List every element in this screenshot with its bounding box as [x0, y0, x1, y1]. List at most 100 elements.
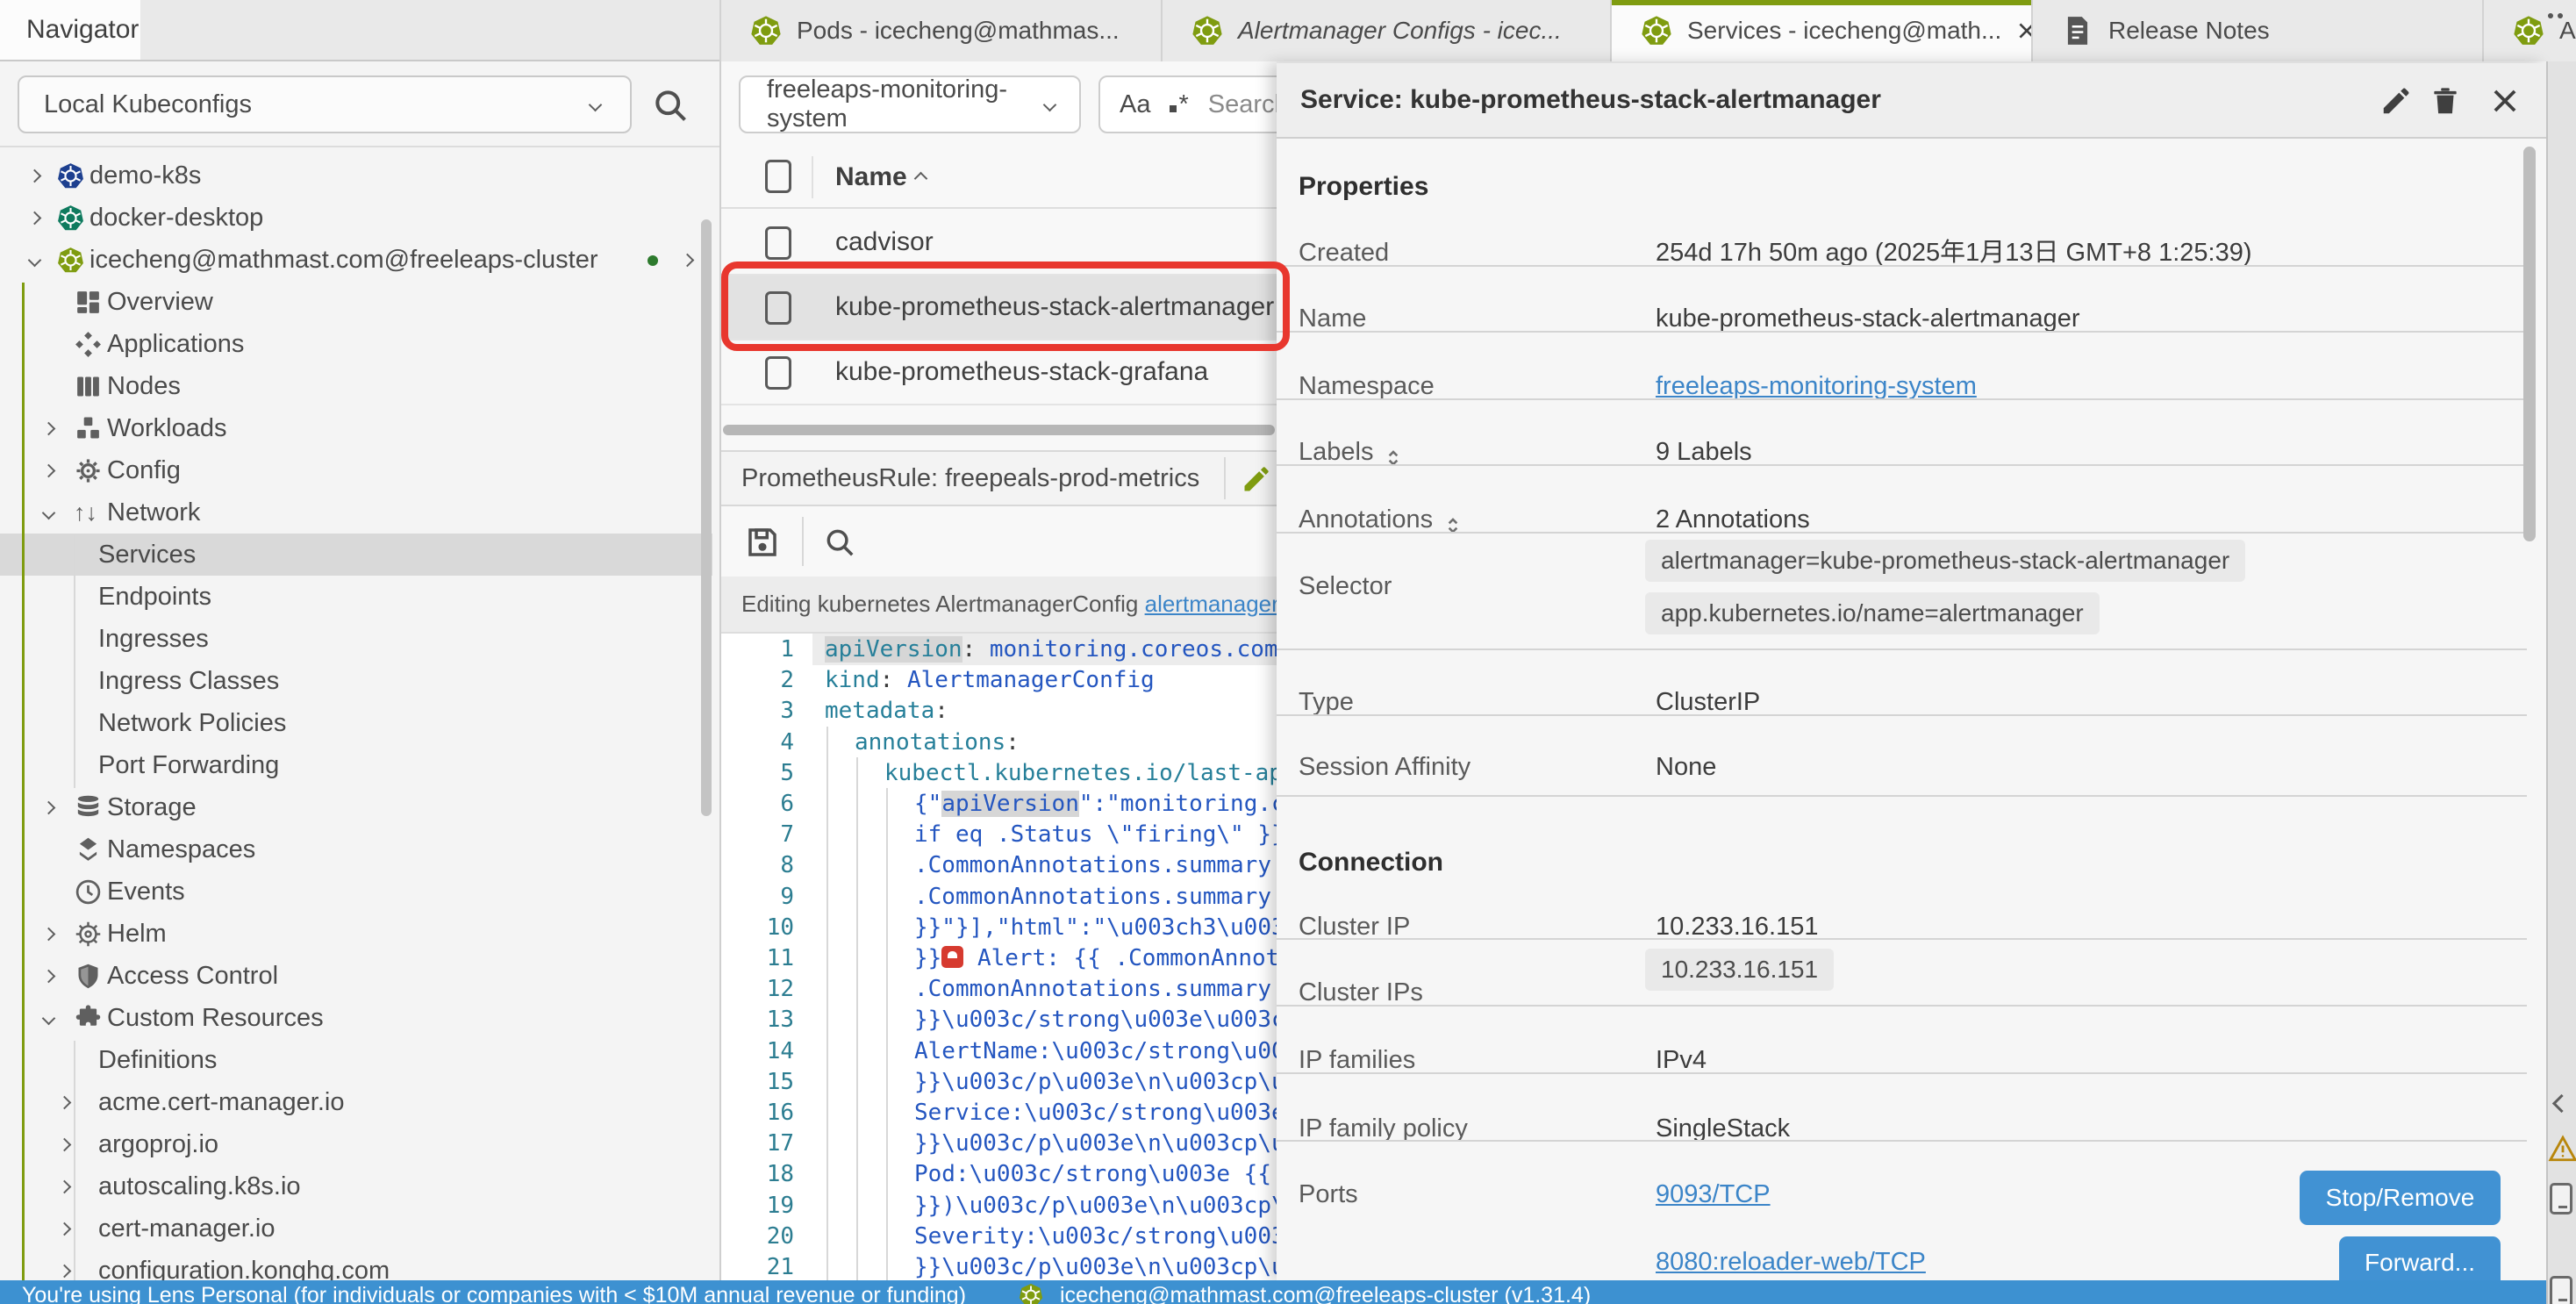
panel-box-icon[interactable] [2550, 1183, 2572, 1214]
sidebar-search-icon[interactable] [651, 86, 690, 125]
drawer-header: Service: kube-prometheus-stack-alertmana… [1277, 63, 2546, 139]
yaml-editor[interactable]: 1apiVersion: monitoring.coreos.com/v12ki… [721, 634, 1277, 1281]
sidebar-item-demo-k8s[interactable]: demo-k8s [0, 154, 712, 197]
kubeconfig-select[interactable]: Local Kubeconfigs [18, 75, 632, 133]
close-icon[interactable] [2488, 84, 2522, 118]
chevron-right-icon[interactable] [42, 422, 56, 436]
sidebar-item-endpoints[interactable]: Endpoints [0, 576, 712, 618]
sidebar-item-port-forwarding[interactable]: Port Forwarding [0, 744, 712, 786]
cubes-icon [74, 414, 103, 443]
sidebar-item-definitions[interactable]: Definitions [0, 1039, 712, 1081]
sidebar-item-storage[interactable]: Storage [0, 786, 712, 828]
divider [1277, 1072, 2527, 1074]
namespace-select[interactable]: freeleaps-monitoring-system [739, 75, 1081, 133]
delete-trash-icon[interactable] [2429, 84, 2462, 118]
sidebar-item-autoscaling-k8s-io[interactable]: autoscaling.k8s.io [0, 1165, 712, 1207]
line-content: }}"}],"html":"\u003ch3\u003e\u [914, 912, 1277, 943]
chevron-right-icon[interactable] [58, 1138, 72, 1152]
column-header-name[interactable]: Name [835, 147, 907, 207]
line-content: kubectl.kubernetes.io/last-appli [884, 757, 1277, 789]
sidebar-item-network-policies[interactable]: Network Policies [0, 702, 712, 744]
port-link-9093-tcp[interactable]: 9093/TCP [1656, 1180, 1771, 1208]
sidebar-item-applications[interactable]: Applications [0, 323, 712, 365]
code-line-6: 6{"apiVersion":"monitoring.core [721, 788, 1277, 820]
sort-toggle-icon[interactable] [1382, 441, 1405, 463]
stop-remove-button[interactable]: Stop/Remove [2300, 1171, 2501, 1225]
sidebar-item-events[interactable]: Events [0, 871, 712, 913]
detail-value: None [1656, 746, 1716, 788]
divider [1277, 1140, 2527, 1142]
chevron-right-icon[interactable] [58, 1265, 72, 1279]
sidebar-item-ingresses[interactable]: Ingresses [0, 618, 712, 660]
sort-asc-icon[interactable] [914, 172, 928, 186]
chevron-right-icon[interactable] [42, 464, 56, 478]
chevron-right-icon[interactable] [42, 801, 56, 815]
chevron-right-icon[interactable] [28, 169, 42, 183]
chevron-right-icon[interactable] [42, 928, 56, 942]
sidebar-item-custom-resources[interactable]: Custom Resources [0, 997, 712, 1039]
chevron-right-icon[interactable] [681, 254, 695, 268]
detail-label-selector: Selector [1299, 565, 1392, 607]
select-all-checkbox[interactable] [765, 160, 791, 193]
sidebar-item-icecheng-mathmast-com-freeleap[interactable]: icecheng@mathmast.com@freeleaps-cluster [0, 239, 712, 281]
edit-pencil-icon[interactable] [1241, 463, 1272, 495]
sidebar-item-helm[interactable]: Helm [0, 913, 712, 955]
sidebar-item-ingress-classes[interactable]: Ingress Classes [0, 660, 712, 702]
sidebar-item-nodes[interactable]: Nodes [0, 365, 712, 407]
tab-services-icecheng-math-[interactable]: Services - icecheng@math... [1610, 0, 2031, 61]
divider [1277, 464, 2527, 466]
forward-button[interactable]: Forward... [2339, 1236, 2501, 1281]
close-icon[interactable] [2015, 19, 2031, 42]
sidebar-item-overview[interactable]: Overview [0, 281, 712, 323]
chevron-down-icon[interactable] [42, 506, 56, 520]
sidebar-item-label: Custom Resources [107, 997, 324, 1039]
tab-alertmanager-configs-ice[interactable]: Alertmanager Configs - icec... [1161, 0, 1610, 61]
sidebar-item-network[interactable]: ↑↓Network [0, 491, 712, 534]
chevron-right-icon[interactable] [58, 1180, 72, 1194]
sidebar-item-access-control[interactable]: Access Control [0, 955, 712, 997]
sidebar-item-cert-manager-io[interactable]: cert-manager.io [0, 1207, 712, 1250]
sidebar-item-docker-desktop[interactable]: docker-desktop [0, 197, 712, 239]
row-checkbox[interactable] [765, 356, 791, 390]
save-icon[interactable] [744, 524, 781, 561]
code-line-15: 15}}\u003c/p\u003e\n\u003cp\u003 [721, 1066, 1277, 1098]
sidebar-item-services[interactable]: Services [0, 534, 712, 576]
search-input[interactable]: Aa * Search [1098, 75, 1277, 133]
chevron-right-icon[interactable] [42, 970, 56, 984]
match-case-icon[interactable]: Aa [1120, 90, 1150, 119]
warning-icon[interactable] [2548, 1134, 2576, 1164]
editor-search-icon[interactable] [823, 526, 856, 559]
horizontal-scrollbar[interactable] [723, 425, 1275, 435]
tab-label: Alertm [2559, 17, 2576, 45]
row-checkbox[interactable] [765, 226, 791, 260]
chevron-right-icon[interactable] [28, 211, 42, 226]
chevron-down-icon[interactable] [42, 1012, 56, 1026]
chevron-down-icon[interactable] [28, 254, 42, 268]
line-number: 10 [730, 912, 794, 943]
table-row-kube-prometheus-stack-kube-sta[interactable]: kube-prometheus-stack-kube-state-metrics [721, 405, 1277, 421]
tab-pods-icecheng-mathmas-[interactable]: Pods - icecheng@mathmas... [719, 0, 1161, 61]
port-link-8080-reloader-web-tcp[interactable]: 8080:reloader-web/TCP [1656, 1248, 1926, 1276]
divider [1277, 938, 2527, 940]
sidebar-item-configuration-konghq-com[interactable]: configuration.konghq.com [0, 1250, 712, 1281]
alertmanagerconfig-link[interactable]: alertmanager [1145, 591, 1277, 617]
sidebar-item-config[interactable]: Config [0, 449, 712, 491]
tab-release-notes[interactable]: Release Notes [2031, 0, 2482, 61]
sidebar-item-acme-cert-manager-io[interactable]: acme.cert-manager.io [0, 1081, 712, 1123]
sort-toggle-icon[interactable] [1442, 508, 1464, 531]
namespace-link[interactable]: freeleaps-monitoring-system [1656, 372, 1977, 400]
sidebar-item-label: Workloads [107, 407, 226, 449]
sidebar-item-argoproj-io[interactable]: argoproj.io [0, 1123, 712, 1165]
drawer-scrollbar[interactable] [2523, 147, 2536, 541]
chevron-right-icon[interactable] [58, 1096, 72, 1110]
chevron-left-icon[interactable] [2552, 1094, 2571, 1113]
sidebar-item-workloads[interactable]: Workloads [0, 407, 712, 449]
panel-box-icon[interactable] [2550, 1276, 2572, 1304]
regex-icon[interactable]: * [1170, 90, 1188, 119]
tree-guide [74, 1041, 75, 1281]
chevron-right-icon[interactable] [58, 1222, 72, 1236]
detail-label-cluster-ip: Cluster IP [1299, 906, 1410, 948]
sidebar-scrollbar[interactable] [701, 219, 712, 816]
sidebar-item-namespaces[interactable]: Namespaces [0, 828, 712, 871]
edit-pencil-icon[interactable] [2379, 84, 2413, 118]
